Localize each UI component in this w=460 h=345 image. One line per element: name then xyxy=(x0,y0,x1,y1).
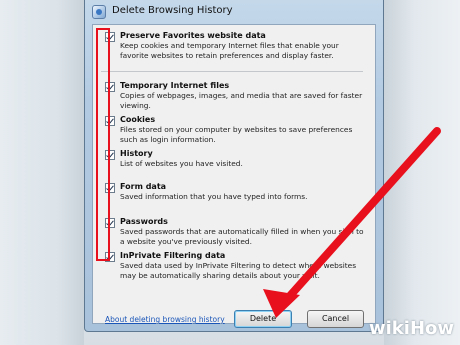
watermark-wiki: wiki xyxy=(368,318,410,339)
wikihow-watermark: wikiHow xyxy=(369,318,454,339)
red-arrow-annotation xyxy=(263,127,441,318)
watermark-how: How xyxy=(409,318,454,339)
arrow-shaft xyxy=(284,127,441,302)
